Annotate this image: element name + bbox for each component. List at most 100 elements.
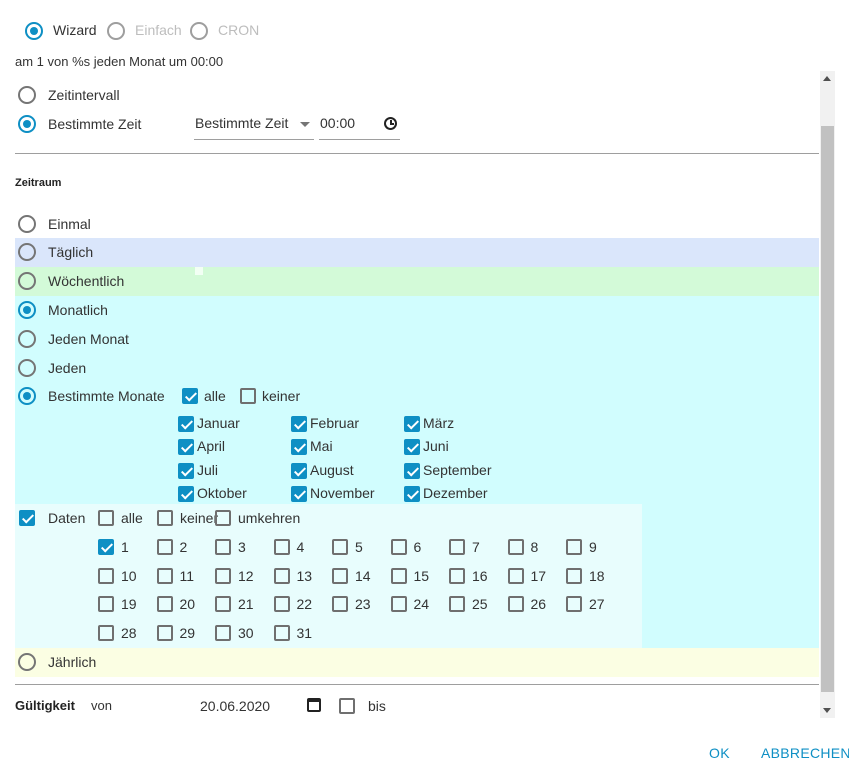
monatlich-radio[interactable] (18, 301, 36, 319)
day-item[interactable]: 13 (273, 565, 332, 594)
month-checkbox[interactable] (404, 485, 420, 502)
day-item[interactable]: 24 (390, 593, 449, 622)
day-checkbox[interactable] (390, 539, 407, 555)
day-checkbox[interactable] (273, 567, 290, 584)
day-item[interactable]: 25 (448, 593, 507, 622)
day-item[interactable]: 10 (97, 565, 156, 594)
day-item[interactable]: 4 (273, 536, 332, 565)
scrollbar-thumb[interactable] (821, 126, 834, 692)
day-item[interactable]: 26 (507, 593, 566, 622)
month-item[interactable]: Juni (402, 437, 506, 460)
day-item[interactable]: 1 (97, 536, 156, 565)
month-item[interactable]: August (289, 461, 402, 484)
day-checkbox[interactable] (507, 596, 524, 613)
day-checkbox[interactable] (98, 596, 114, 613)
day-checkbox[interactable] (507, 567, 524, 584)
scrollbar[interactable] (820, 71, 835, 718)
time-mode-select[interactable]: Bestimmte Zeit (194, 112, 314, 140)
einfach-radio[interactable] (107, 22, 125, 40)
month-checkbox[interactable] (291, 439, 307, 456)
time-input[interactable]: 00:00 (319, 112, 400, 140)
day-item[interactable]: 16 (448, 565, 507, 594)
dates-invert-checkbox[interactable] (215, 510, 231, 526)
day-checkbox[interactable] (566, 567, 582, 584)
month-checkbox[interactable] (178, 485, 194, 502)
day-checkbox[interactable] (156, 596, 173, 613)
month-item[interactable]: September (402, 461, 506, 484)
wizard-radio[interactable] (25, 22, 43, 40)
day-checkbox[interactable] (449, 539, 465, 555)
day-checkbox[interactable] (332, 539, 348, 555)
months-none-checkbox[interactable] (240, 388, 256, 404)
dates-none-checkbox[interactable] (157, 510, 173, 526)
day-item[interactable]: 23 (331, 593, 390, 622)
day-item[interactable]: 15 (390, 565, 449, 594)
day-item[interactable]: 19 (97, 593, 156, 622)
day-checkbox[interactable] (390, 567, 407, 584)
day-item[interactable]: 8 (507, 536, 566, 565)
month-checkbox[interactable] (404, 416, 420, 432)
month-item[interactable]: Dezember (402, 484, 506, 507)
day-item[interactable]: 20 (156, 593, 215, 622)
day-checkbox[interactable] (390, 596, 407, 613)
cron-radio[interactable] (190, 22, 208, 40)
day-checkbox[interactable] (156, 539, 173, 555)
zeitintervall-radio[interactable] (18, 86, 36, 104)
jeden-radio[interactable] (18, 359, 36, 377)
day-item[interactable]: 11 (156, 565, 215, 594)
month-checkbox[interactable] (178, 439, 194, 456)
day-item[interactable]: 28 (97, 622, 156, 651)
day-checkbox[interactable] (98, 567, 114, 584)
day-checkbox[interactable] (449, 567, 465, 584)
einmal-radio[interactable] (18, 215, 36, 233)
day-checkbox[interactable] (332, 596, 348, 613)
dates-all-checkbox[interactable] (98, 510, 114, 526)
month-item[interactable]: Oktober (176, 484, 289, 507)
day-item[interactable]: 14 (331, 565, 390, 594)
month-item[interactable]: Mai (289, 437, 402, 460)
bestimmte-zeit-radio[interactable] (18, 115, 36, 133)
day-checkbox[interactable] (273, 625, 290, 642)
jeden-monat-radio[interactable] (18, 330, 36, 348)
day-item[interactable]: 3 (214, 536, 273, 565)
day-item[interactable]: 30 (214, 622, 273, 651)
month-item[interactable]: Februar (289, 414, 402, 437)
month-item[interactable]: Januar (176, 414, 289, 437)
month-checkbox[interactable] (404, 439, 420, 456)
day-checkbox[interactable] (215, 567, 231, 584)
scroll-down-icon[interactable] (823, 708, 831, 713)
day-item[interactable]: 7 (448, 536, 507, 565)
day-item[interactable]: 9 (565, 536, 624, 565)
day-checkbox[interactable] (98, 625, 114, 642)
month-item[interactable]: Juli (176, 461, 289, 484)
month-checkbox[interactable] (404, 462, 420, 479)
day-item[interactable]: 2 (156, 536, 215, 565)
day-item[interactable]: 6 (390, 536, 449, 565)
day-checkbox[interactable] (566, 539, 582, 555)
cancel-button[interactable]: ABBRECHEN (761, 745, 849, 761)
day-checkbox[interactable] (273, 596, 290, 613)
day-checkbox[interactable] (98, 539, 114, 555)
month-checkbox[interactable] (291, 416, 307, 432)
taeglich-radio[interactable] (18, 243, 36, 261)
month-item[interactable]: März (402, 414, 506, 437)
clock-icon[interactable] (384, 117, 397, 130)
day-checkbox[interactable] (156, 625, 173, 642)
day-item[interactable]: 27 (565, 593, 624, 622)
woechentlich-radio[interactable] (18, 272, 36, 290)
jaehrlich-radio[interactable] (18, 653, 36, 671)
day-checkbox[interactable] (215, 625, 231, 642)
validity-from-date[interactable]: 20.06.2020 (200, 698, 270, 714)
month-checkbox[interactable] (291, 462, 307, 479)
day-item[interactable]: 18 (565, 565, 624, 594)
months-all-checkbox[interactable] (182, 388, 198, 404)
day-item[interactable]: 22 (273, 593, 332, 622)
day-checkbox[interactable] (449, 596, 465, 613)
day-checkbox[interactable] (215, 539, 231, 555)
day-item[interactable]: 12 (214, 565, 273, 594)
day-item[interactable]: 31 (273, 622, 332, 651)
day-checkbox[interactable] (332, 567, 348, 584)
ok-button[interactable]: OK (709, 745, 730, 761)
day-checkbox[interactable] (156, 567, 173, 584)
calendar-icon[interactable] (307, 698, 321, 712)
